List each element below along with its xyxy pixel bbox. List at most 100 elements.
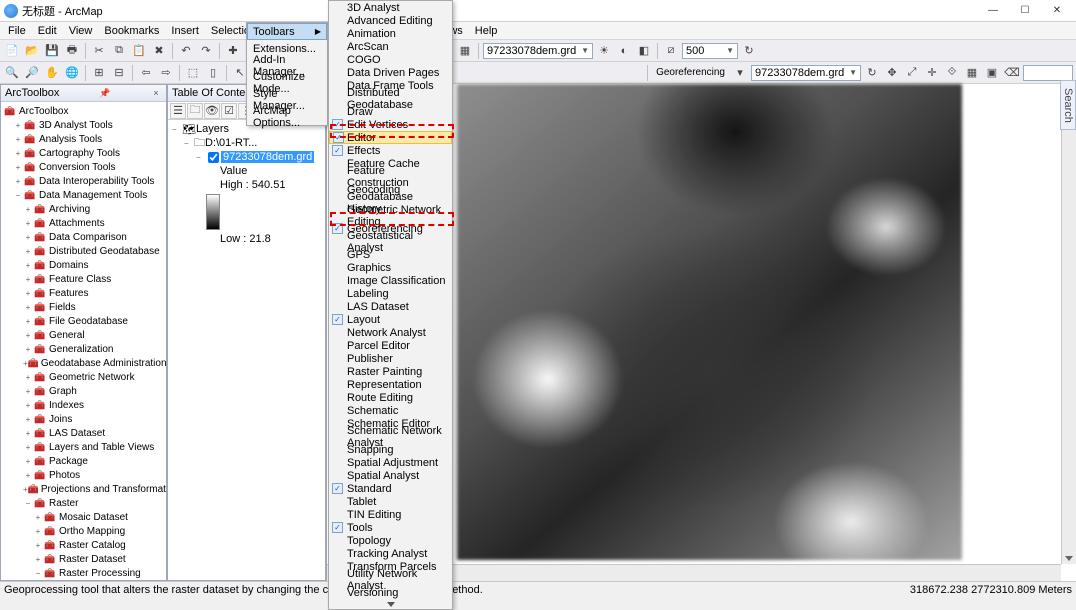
toolbar-item-tablet[interactable]: Tablet bbox=[329, 495, 452, 508]
toolbar-item-feature-construction[interactable]: Feature Construction bbox=[329, 170, 452, 183]
tree-item[interactable]: +🧰Analysis Tools bbox=[1, 132, 166, 146]
toolbar-item-edit-vertices[interactable]: ✓Edit Vertices bbox=[329, 118, 452, 131]
toolbar-item-representation[interactable]: Representation bbox=[329, 378, 452, 391]
toolbar-item-topology[interactable]: Topology bbox=[329, 534, 452, 547]
tree-item[interactable]: +🧰Features bbox=[1, 286, 166, 300]
geo-rotation-input[interactable] bbox=[1023, 65, 1073, 81]
list-by-visibility-button[interactable]: 👁 bbox=[204, 103, 220, 119]
tree-item[interactable]: −🧰Raster bbox=[1, 496, 166, 510]
toolbar-item-graphics[interactable]: Graphics bbox=[329, 261, 452, 274]
toolbar-item-network-analyst[interactable]: Network Analyst bbox=[329, 326, 452, 339]
full-extent-button[interactable]: 🌐 bbox=[63, 64, 81, 82]
toolbar-item-tracking-analyst[interactable]: Tracking Analyst bbox=[329, 547, 452, 560]
tree-item[interactable]: +🧰Generalization bbox=[1, 342, 166, 356]
toolbar-item-versioning[interactable]: Versioning bbox=[329, 586, 452, 599]
tree-item[interactable]: +🧰Cartography Tools bbox=[1, 146, 166, 160]
toolbar-item-layout[interactable]: ✓Layout bbox=[329, 313, 452, 326]
new-button[interactable]: 📄 bbox=[3, 42, 21, 60]
toolbar-item-standard[interactable]: ✓Standard bbox=[329, 482, 452, 495]
toolbar-item-animation[interactable]: Animation bbox=[329, 27, 452, 40]
tree-item[interactable]: +🧰Mosaic Dataset bbox=[1, 510, 166, 524]
geo-delete-link-button[interactable]: ⌫ bbox=[1003, 64, 1021, 82]
undo-button[interactable]: ↶ bbox=[177, 42, 195, 60]
tree-item[interactable]: +🧰Archiving bbox=[1, 202, 166, 216]
tree-item[interactable]: +🧰Fields bbox=[1, 300, 166, 314]
toolbar-item-tools[interactable]: ✓Tools bbox=[329, 521, 452, 534]
toolbar-item-parcel-editor[interactable]: Parcel Editor bbox=[329, 339, 452, 352]
menu-item[interactable]: Toolbars▶ bbox=[247, 23, 327, 40]
geo-scale-button[interactable]: ⤢ bbox=[903, 64, 921, 82]
paste-button[interactable]: 📋 bbox=[130, 42, 148, 60]
tree-item[interactable]: +🧰Indexes bbox=[1, 398, 166, 412]
tree-item[interactable]: +🧰Conversion Tools bbox=[1, 160, 166, 174]
fixed-zoom-out-button[interactable]: ⊟ bbox=[110, 64, 128, 82]
menu-file[interactable]: File bbox=[2, 24, 32, 38]
maximize-button[interactable]: ☐ bbox=[1018, 5, 1032, 16]
tree-item[interactable]: +🧰Attachments bbox=[1, 216, 166, 230]
save-button[interactable]: 💾 bbox=[43, 42, 61, 60]
toolbar-item-arcscan[interactable]: ArcScan bbox=[329, 40, 452, 53]
fixed-zoom-in-button[interactable]: ⊞ bbox=[90, 64, 108, 82]
panel-close-icon[interactable]: × bbox=[150, 88, 162, 98]
cut-button[interactable]: ✂ bbox=[90, 42, 108, 60]
prev-extent-button[interactable]: ⇦ bbox=[137, 64, 155, 82]
menu-help[interactable]: Help bbox=[469, 24, 504, 38]
toolbar-item-spatial-adjustment[interactable]: Spatial Adjustment bbox=[329, 456, 452, 469]
minimize-button[interactable]: — bbox=[986, 5, 1000, 16]
tree-item[interactable]: +🧰Feature Class bbox=[1, 272, 166, 286]
tree-item[interactable]: +🧰Raster Catalog bbox=[1, 538, 166, 552]
close-button[interactable]: ✕ bbox=[1050, 5, 1064, 16]
tree-item[interactable]: +🧰Data Comparison bbox=[1, 230, 166, 244]
tree-item[interactable]: +🧰Photos bbox=[1, 468, 166, 482]
tree-item[interactable]: +🧰Projections and Transformations bbox=[1, 482, 166, 496]
layer-visibility-checkbox[interactable] bbox=[208, 152, 219, 163]
tree-item[interactable]: +🧰Domains bbox=[1, 258, 166, 272]
toolbar-item-publisher[interactable]: Publisher bbox=[329, 352, 452, 365]
geo-autolink-button[interactable]: ⟐ bbox=[943, 64, 961, 82]
geo-viewer-button[interactable]: ▣ bbox=[983, 64, 1001, 82]
list-by-source-button[interactable]: 🗀 bbox=[187, 103, 203, 119]
toolbar-item-data-driven-pages[interactable]: Data Driven Pages bbox=[329, 66, 452, 79]
tree-item[interactable]: +🧰File Geodatabase bbox=[1, 314, 166, 328]
print-button[interactable]: 🖶 bbox=[63, 42, 81, 60]
select-features-button[interactable]: ⬚ bbox=[184, 64, 202, 82]
tree-item[interactable]: +🧰Geometric Network bbox=[1, 370, 166, 384]
toolbar-item-distributed-geodatabase[interactable]: Distributed Geodatabase bbox=[329, 92, 452, 105]
tree-item[interactable]: −🧰Data Management Tools bbox=[1, 188, 166, 202]
toolbar-item-utility-network-analyst[interactable]: Utility Network Analyst bbox=[329, 573, 452, 586]
modelbuilder-button[interactable]: ▦ bbox=[456, 42, 474, 60]
toolbar-item-snapping[interactable]: Snapping bbox=[329, 443, 452, 456]
toolbar-item-geostatistical-analyst[interactable]: Geostatistical Analyst bbox=[329, 235, 452, 248]
toolbar-item-gps[interactable]: GPS bbox=[329, 248, 452, 261]
layer-combo[interactable]: 97233078dem.grd▼ bbox=[483, 43, 593, 59]
toolbar-item-editor[interactable]: ✓Editor bbox=[329, 131, 452, 144]
layer-name[interactable]: 97233078dem.grd bbox=[221, 151, 314, 163]
zoom-in-button[interactable]: 🔍 bbox=[3, 64, 21, 82]
tree-item[interactable]: +🧰3D Analyst Tools bbox=[1, 118, 166, 132]
toolbar-item-schematic[interactable]: Schematic bbox=[329, 404, 452, 417]
tree-item[interactable]: +🧰Graph bbox=[1, 384, 166, 398]
tree-item[interactable]: +🧰Data Interoperability Tools bbox=[1, 174, 166, 188]
open-button[interactable]: 📂 bbox=[23, 42, 41, 60]
contrast-button[interactable]: ◐ bbox=[615, 42, 633, 60]
toolbar-item-tin-editing[interactable]: TIN Editing bbox=[329, 508, 452, 521]
menu-insert[interactable]: Insert bbox=[165, 24, 205, 38]
tree-item[interactable]: +🧰Layers and Table Views bbox=[1, 440, 166, 454]
geo-shift-button[interactable]: ✥ bbox=[883, 64, 901, 82]
toolbar-item-raster-painting[interactable]: Raster Painting bbox=[329, 365, 452, 378]
list-by-selection-button[interactable]: ☑ bbox=[221, 103, 237, 119]
z-combo[interactable]: 500▼ bbox=[682, 43, 738, 59]
tree-item[interactable]: −🧰Raster Processing bbox=[1, 566, 166, 580]
toolbar-item-schematic-network-analyst[interactable]: Schematic Network Analyst bbox=[329, 430, 452, 443]
zoom-out-button[interactable]: 🔎 bbox=[23, 64, 41, 82]
toolbar-item-labeling[interactable]: Labeling bbox=[329, 287, 452, 300]
menu-view[interactable]: View bbox=[63, 24, 99, 38]
pan-button[interactable]: ✋ bbox=[43, 64, 61, 82]
tree-item[interactable]: +🧰Package bbox=[1, 454, 166, 468]
georeferencing-layer-combo[interactable]: 97233078dem.grd▼ bbox=[751, 65, 861, 81]
delete-button[interactable]: ✖ bbox=[150, 42, 168, 60]
geo-add-points-button[interactable]: ✛ bbox=[923, 64, 941, 82]
tree-item[interactable]: +🧰Geodatabase Administration bbox=[1, 356, 166, 370]
menu-edit[interactable]: Edit bbox=[32, 24, 63, 38]
tree-item[interactable]: +🧰Joins bbox=[1, 412, 166, 426]
